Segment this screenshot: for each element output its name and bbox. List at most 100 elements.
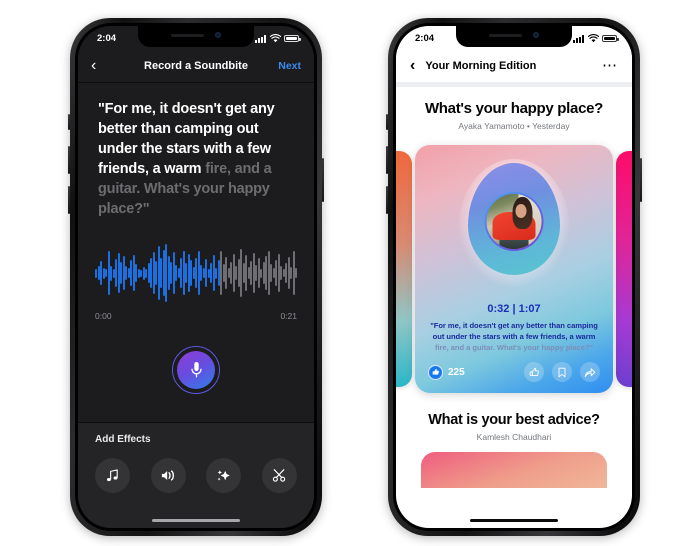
- waveform-bar: [215, 267, 217, 279]
- add-effects-label: Add Effects: [95, 434, 151, 445]
- card-transcript-spoken: "For me, it doesn't get any better than …: [430, 321, 598, 341]
- waveform-bar: [155, 261, 157, 285]
- back-button[interactable]: ‹: [410, 57, 415, 74]
- waveform-start-time: 0:00: [95, 311, 112, 321]
- waveform-bar: [130, 260, 132, 286]
- waveform-bar: [205, 259, 207, 287]
- status-indicators: [255, 34, 301, 43]
- right-phone-bezel: 2:04 ‹ Your Morning Edition ⋯ What's you…: [393, 23, 635, 531]
- post-meta: Ayaka Yamamoto • Yesterday: [458, 121, 570, 131]
- card-action-buttons: [524, 362, 600, 382]
- waveform-bar: [285, 263, 287, 283]
- left-phone-device: 2:04 ‹ Record a Soundbite Next "For me, …: [68, 18, 324, 536]
- home-indicator[interactable]: [152, 518, 240, 522]
- waveform-bar: [175, 265, 177, 281]
- like-button[interactable]: [524, 362, 544, 382]
- left-phone-screen: 2:04 ‹ Record a Soundbite Next "For me, …: [78, 26, 314, 528]
- power-button-right[interactable]: [640, 158, 642, 202]
- record-button[interactable]: [172, 346, 220, 394]
- share-arrow-icon: [584, 367, 596, 377]
- save-button[interactable]: [552, 362, 572, 382]
- waveform-section[interactable]: 0:00 0:21: [78, 242, 314, 321]
- volume-down-button-right[interactable]: [386, 186, 388, 214]
- right-navbar: ‹ Your Morning Edition ⋯: [396, 49, 632, 82]
- earpiece-speaker-icon: [489, 33, 522, 37]
- waveform-bar: [290, 267, 292, 279]
- waveform-bar: [120, 262, 122, 284]
- volume-down-button[interactable]: [68, 186, 70, 214]
- sparkles-icon: [217, 470, 231, 481]
- home-indicator[interactable]: [470, 518, 558, 522]
- carousel-card-next[interactable]: [616, 151, 632, 387]
- microphone-icon: [177, 351, 215, 389]
- next-post-section[interactable]: What is your best advice? Kamlesh Chaudh…: [396, 398, 632, 488]
- music-effect-button[interactable]: [95, 458, 130, 493]
- battery-icon: [602, 34, 619, 43]
- next-button[interactable]: Next: [278, 60, 301, 72]
- audio-waveform[interactable]: [95, 242, 297, 304]
- post-header: What's your happy place? Ayaka Yamamoto …: [396, 87, 632, 140]
- waveform-end-time: 0:21: [280, 311, 297, 321]
- effects-button-row: [95, 458, 297, 493]
- waveform-bar: [280, 266, 282, 280]
- waveform-bar: [185, 263, 187, 283]
- sparkles-effect-button[interactable]: [206, 458, 242, 493]
- wifi-icon: [587, 34, 599, 43]
- waveform-bar: [100, 261, 102, 285]
- waveform-bar: [145, 268, 147, 278]
- card-transcript: "For me, it doesn't get any better than …: [427, 321, 601, 353]
- waveform-bar: [265, 256, 267, 290]
- share-button[interactable]: [580, 362, 600, 382]
- trim-effect-button[interactable]: [261, 458, 297, 493]
- power-button[interactable]: [322, 158, 324, 202]
- earpiece-speaker-icon: [171, 33, 204, 37]
- thumbs-up-icon: [529, 367, 539, 376]
- mute-switch[interactable]: [68, 114, 70, 130]
- waveform-bar: [110, 265, 112, 281]
- transcript-text: "For me, it doesn't get any better than …: [78, 83, 314, 219]
- volume-up-button[interactable]: [68, 146, 70, 174]
- next-post-card-peek[interactable]: [421, 452, 607, 488]
- soundbite-carousel[interactable]: 0:32 | 1:07 "For me, it doesn't get any …: [396, 140, 632, 398]
- cellular-bars-icon: [255, 35, 266, 43]
- next-post-author: Kamlesh Chaudhari: [476, 432, 552, 442]
- waveform-bar: [295, 268, 297, 278]
- page-title: Your Morning Edition: [425, 59, 537, 72]
- front-camera-icon: [533, 32, 539, 38]
- status-time: 2:04: [97, 33, 117, 44]
- waveform-bar: [135, 264, 137, 282]
- status-indicators: [573, 34, 619, 43]
- waveform-bar: [270, 264, 272, 282]
- waveform-times: 0:00 0:21: [95, 304, 297, 321]
- voice-effect-button[interactable]: [150, 458, 186, 493]
- notch-right: [456, 26, 572, 47]
- waveform-bar: [140, 269, 142, 277]
- waveform-bar: [230, 262, 232, 284]
- waveform-bar: [190, 260, 192, 286]
- waveform-bar: [95, 268, 97, 278]
- card-transcript-upcoming: fire, and a guitar. What's your happy pl…: [434, 342, 594, 352]
- status-time: 2:04: [415, 33, 435, 44]
- waveform-bar: [150, 258, 152, 288]
- carousel-card-previous[interactable]: [396, 151, 412, 387]
- soundbite-card[interactable]: 0:32 | 1:07 "For me, it doesn't get any …: [415, 145, 613, 393]
- waveform-bar: [260, 268, 262, 278]
- back-button[interactable]: ‹: [91, 57, 96, 74]
- waveform-bar: [225, 257, 227, 289]
- waveform-bar: [275, 260, 277, 286]
- waveform-bar: [160, 258, 162, 288]
- notch: [138, 26, 254, 47]
- more-options-button[interactable]: ⋯: [602, 58, 618, 73]
- waveform-bar: [245, 255, 247, 291]
- waveform-bar: [105, 269, 107, 277]
- volume-up-button-right[interactable]: [386, 146, 388, 174]
- waveform-bar: [195, 258, 197, 288]
- like-count-group[interactable]: 225: [428, 364, 465, 380]
- waveform-bar: [115, 259, 117, 287]
- mute-switch-right[interactable]: [386, 114, 388, 130]
- waveform-bar: [220, 251, 222, 295]
- waveform-bar: [200, 265, 202, 281]
- cellular-bars-icon: [573, 35, 584, 43]
- waveform-bar: [170, 262, 172, 284]
- battery-icon: [284, 34, 301, 43]
